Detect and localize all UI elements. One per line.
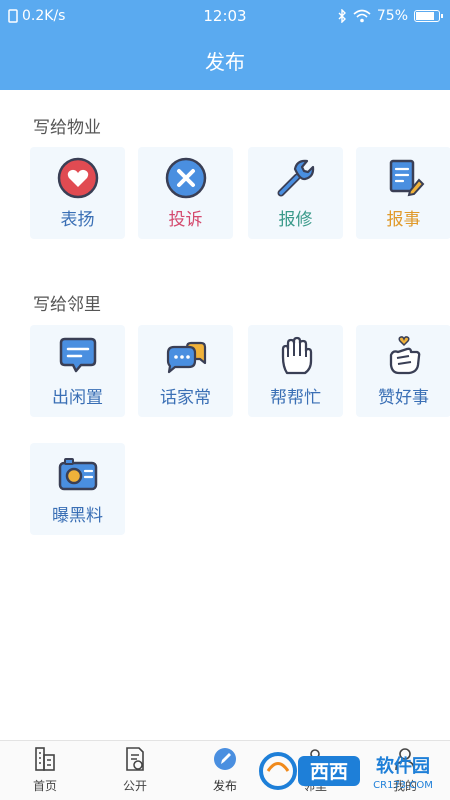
sell-idle-button[interactable]: 出闲置 bbox=[30, 325, 125, 417]
sell-idle-label: 出闲置 bbox=[52, 388, 103, 408]
tab-home[interactable]: 首页 bbox=[0, 741, 90, 800]
praise-button[interactable]: 表扬 bbox=[30, 147, 125, 239]
help-label: 帮帮忙 bbox=[270, 388, 321, 408]
tab-public-label: 公开 bbox=[122, 779, 147, 793]
expose-label: 曝黑料 bbox=[52, 506, 103, 526]
battery-percent: 75% bbox=[376, 8, 408, 24]
wrench-icon bbox=[277, 159, 315, 197]
praise-label: 表扬 bbox=[60, 210, 95, 230]
tab-publish-label: 发布 bbox=[212, 779, 237, 793]
praise-good-deed-button[interactable]: 赞好事 bbox=[356, 325, 450, 417]
report-label: 报事 bbox=[386, 210, 421, 230]
close-circle-icon bbox=[165, 157, 207, 199]
complaint-label: 投诉 bbox=[168, 210, 203, 230]
page-title: 发布 bbox=[205, 50, 245, 74]
camera-icon bbox=[58, 458, 98, 491]
tab-home-label: 首页 bbox=[32, 779, 57, 793]
watermark-logo: 西西 软件园 CR173.COM bbox=[259, 752, 433, 791]
page-header: 发布 bbox=[0, 34, 450, 90]
thumbs-up-heart-icon bbox=[389, 336, 421, 375]
watermark-text: 西西 bbox=[310, 761, 348, 783]
battery-icon bbox=[414, 10, 443, 22]
chat-bubble-icon bbox=[59, 337, 97, 373]
tab-public[interactable]: 公开 bbox=[90, 741, 180, 800]
bluetooth-icon bbox=[338, 9, 346, 23]
wifi-icon bbox=[353, 9, 371, 23]
complaint-button[interactable]: 投诉 bbox=[138, 147, 233, 239]
chat-bubbles-icon bbox=[166, 341, 207, 374]
status-right: 75% bbox=[337, 8, 443, 24]
pen-icon bbox=[214, 748, 236, 770]
section-title-property: 写给物业 bbox=[33, 118, 101, 138]
repair-button[interactable]: 报修 bbox=[248, 147, 343, 239]
chat-button[interactable]: 话家常 bbox=[138, 325, 233, 417]
report-button[interactable]: 报事 bbox=[356, 147, 450, 239]
building-icon bbox=[35, 747, 55, 771]
repair-label: 报修 bbox=[278, 210, 313, 230]
section-title-neighbors: 写给邻里 bbox=[33, 295, 101, 315]
battery-level bbox=[416, 12, 434, 20]
tab-publish[interactable]: 发布 bbox=[180, 741, 270, 800]
hand-icon bbox=[281, 336, 313, 375]
document-icon bbox=[126, 747, 144, 771]
note-edit-icon bbox=[389, 159, 425, 197]
praise-good-deed-label: 赞好事 bbox=[378, 388, 429, 408]
help-button[interactable]: 帮帮忙 bbox=[248, 325, 343, 417]
status-bar: 0.2K/s 12:03 75% bbox=[0, 0, 450, 34]
chat-label: 话家常 bbox=[160, 388, 211, 408]
expose-button[interactable]: 曝黑料 bbox=[30, 443, 125, 535]
heart-icon bbox=[57, 157, 99, 199]
watermark-sub: 软件园 bbox=[376, 755, 430, 777]
watermark-url: CR173.COM bbox=[373, 780, 433, 791]
